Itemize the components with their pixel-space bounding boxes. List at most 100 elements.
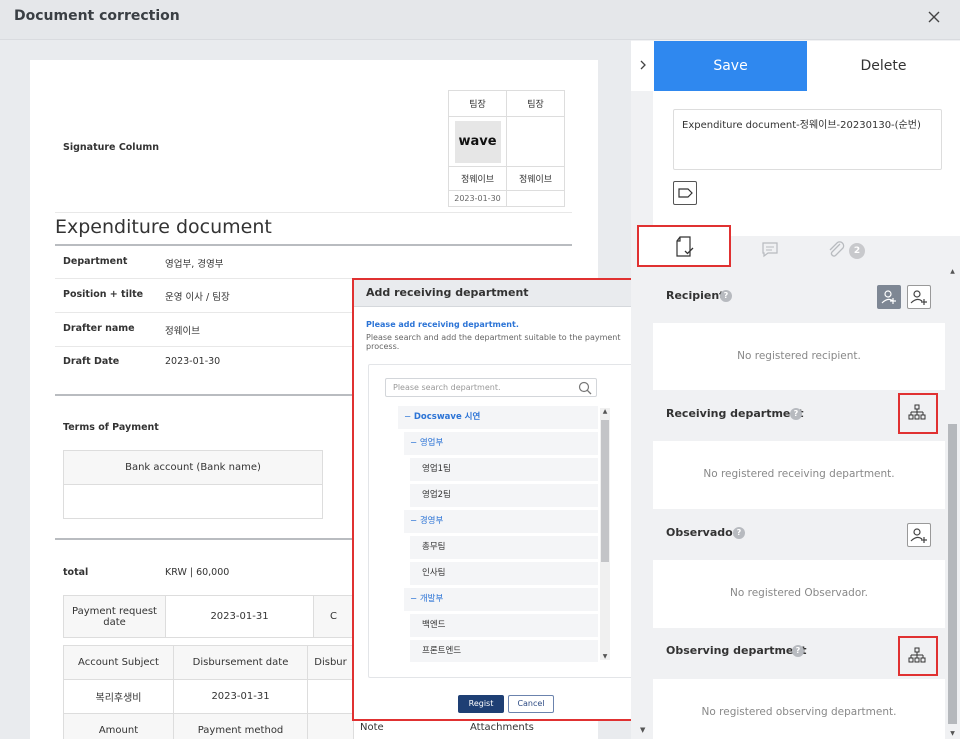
receiving-label: Receiving department [666,407,804,420]
department-tree[interactable]: − Docswave 시연 − 영업부 영업1팀 영업2팀 − 경영부 총무팀 … [398,406,602,662]
account-header: Disbur [307,645,354,680]
observador-label: Observador [666,526,739,539]
tree-node-label: 개발부 [419,594,444,604]
scroll-up-icon[interactable]: ▲ [948,268,957,275]
signature-table: 팀장 팀장 wave 정웨이브 정웨이브 2023-01-30 [448,90,565,207]
tree-node-management[interactable]: − 경영부 [404,510,598,533]
org-chart-icon [908,404,926,420]
cancel-button[interactable]: Cancel [508,695,554,713]
collapse-icon[interactable]: − [410,516,420,526]
tree-node-docswave[interactable]: − Docswave 시연 [398,406,598,429]
comment-icon[interactable] [760,240,780,260]
recipient-section-header: Recipient ? [653,273,945,321]
panel-scrollbar[interactable]: ▲ ▼ [945,266,960,739]
field-label: Department [63,256,128,267]
bottom-header: Attachments [470,722,534,733]
scroll-thumb[interactable] [601,420,609,562]
bottom-header: Payment method [173,713,308,739]
regist-button[interactable]: Regist [458,695,504,713]
divider [55,346,377,347]
tree-node-sales2[interactable]: 영업2팀 [410,484,598,507]
help-icon[interactable]: ? [790,408,802,420]
collapse-icon[interactable]: − [404,412,414,422]
field-label: Drafter name [63,323,135,334]
attachment-count-badge: 2 [849,243,865,259]
window-title: Document correction [14,8,180,24]
panel-collapse-button[interactable] [631,41,655,91]
wave-logo: wave [454,120,501,163]
observador-section-body: No registered Observador. [653,560,945,628]
scroll-up-icon[interactable]: ▲ [600,408,610,415]
tree-node-label: 경영부 [419,516,444,526]
help-icon[interactable]: ? [733,527,745,539]
tree-scrollbar[interactable]: ▲ ▼ [600,408,610,660]
tree-node-sales[interactable]: − 영업부 [404,432,598,455]
paperclip-icon[interactable] [826,240,848,260]
empty-message: No registered receiving department. [703,468,895,480]
empty-message: No registered observing department. [701,706,897,718]
org-chart-button[interactable] [906,402,930,426]
save-button[interactable]: Save [654,41,807,91]
tree-node-hr[interactable]: 인사팀 [410,562,598,585]
signature-name: 정웨이브 [448,166,507,191]
tree-node-label: 백엔드 [422,620,446,630]
add-recipient-group-button[interactable] [877,285,901,309]
account-header: Account Subject [63,645,174,680]
scroll-down-icon[interactable]: ▼ [640,726,645,734]
payment-request-extra: C [313,595,354,638]
close-icon[interactable] [924,7,944,27]
tree-node-label: 인사팀 [422,568,446,578]
add-person-icon [910,290,927,305]
tab-approval-line[interactable] [637,225,731,267]
org-chart-button[interactable] [906,645,930,669]
search-placeholder: Please search department. [393,383,501,392]
scroll-thumb[interactable] [948,424,957,724]
tree-node-label: Docswave 시연 [413,412,481,422]
document-subject-field[interactable]: Expenditure document-정웨이브-20230130-(순번) [673,109,942,170]
add-person-icon [910,528,927,543]
help-icon[interactable]: ? [792,645,804,657]
field-value: 운영 이사 / 팀장 [165,292,230,303]
scroll-down-icon[interactable]: ▼ [600,653,610,660]
add-recipient-button[interactable] [907,285,931,309]
delete-button[interactable]: Delete [807,41,960,91]
total-value: KRW | 60,000 [165,567,230,578]
modal-info-desc: Please search and add the department sui… [366,333,621,351]
tree-node-sales1[interactable]: 영업1팀 [410,458,598,481]
field-value: 2023-01-30 [165,356,221,367]
collapse-icon[interactable]: − [410,438,420,448]
department-search-input[interactable]: Please search department. [385,378,597,397]
account-table: Account Subject Disbursement date Disbur… [63,645,354,739]
bottom-header: Note [360,722,384,733]
divider [55,312,377,313]
tree-node-frontend[interactable]: 프론트엔드 [410,640,598,662]
add-receiving-department-modal: Add receiving department Please add rece… [352,278,657,721]
observador-section-header: Observador ? [653,510,945,558]
search-icon[interactable] [578,381,592,395]
payment-request-label: Payment request date [63,595,166,638]
document-check-icon [676,236,694,257]
tag-button[interactable] [673,181,697,205]
collapse-icon[interactable]: − [410,594,420,604]
add-observador-button[interactable] [907,523,931,547]
field-label: Draft Date [63,356,120,367]
tree-node-label: 영업1팀 [422,464,451,474]
title-rule [55,244,572,246]
signature-date: 2023-01-30 [448,190,507,207]
divider [55,278,377,279]
tree-node-development[interactable]: − 개발부 [404,588,598,611]
signature-empty [506,116,565,167]
tree-node-label: 영업부 [419,438,444,448]
observing-section-body: No registered observing department. [653,679,945,739]
tree-node-label: 영업2팀 [422,490,451,500]
recipient-section-body: No registered recipient. [653,323,945,390]
tree-node-general-affairs[interactable]: 총무팀 [410,536,598,559]
scroll-down-icon[interactable]: ▼ [948,730,957,737]
tree-node-label: 프론트엔드 [422,646,462,656]
document-title: Expenditure document [55,216,272,238]
signature-name: 정웨이브 [506,166,565,191]
tree-node-backend[interactable]: 백엔드 [410,614,598,637]
tag-icon [678,188,693,198]
help-icon[interactable]: ? [720,290,732,302]
account-cell: 복리후생비 [63,679,174,714]
